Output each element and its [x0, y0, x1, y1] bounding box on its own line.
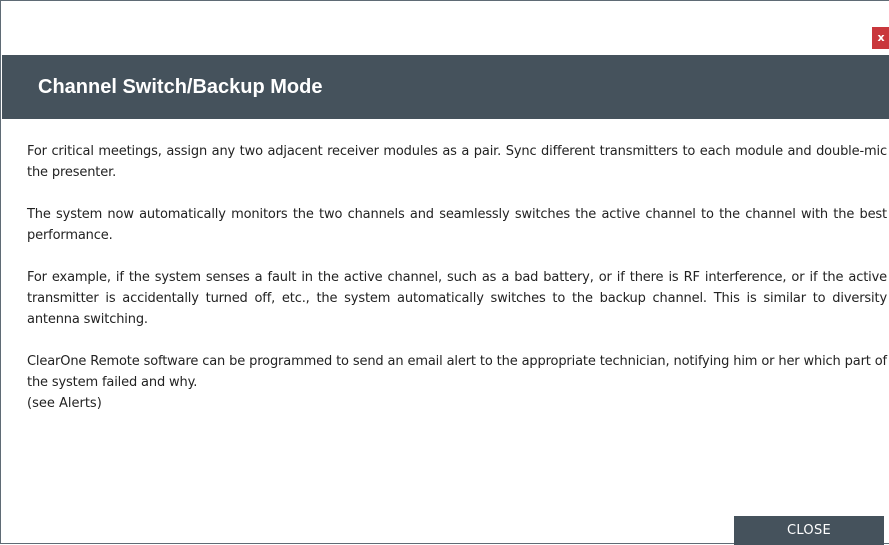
paragraph-pairing: For critical meetings, assign any two ad…: [27, 144, 887, 180]
help-dialog: x Channel Switch/Backup Mode For critica…: [0, 0, 889, 545]
dialog-titlebar: [2, 2, 889, 54]
close-button[interactable]: CLOSE: [734, 516, 884, 545]
paragraph-email-alert: ClearOne Remote software can be programm…: [27, 354, 887, 390]
paragraph-example: For example, if the system senses a faul…: [27, 270, 887, 327]
dialog-header: Channel Switch/Backup Mode: [2, 55, 889, 119]
close-x-button[interactable]: x: [872, 27, 889, 49]
see-alerts-link[interactable]: (see Alerts): [27, 393, 887, 414]
dialog-content: For critical meetings, assign any two ad…: [27, 141, 887, 414]
dialog-title: Channel Switch/Backup Mode: [38, 76, 323, 98]
paragraph-monitoring: The system now automatically monitors th…: [27, 207, 887, 243]
